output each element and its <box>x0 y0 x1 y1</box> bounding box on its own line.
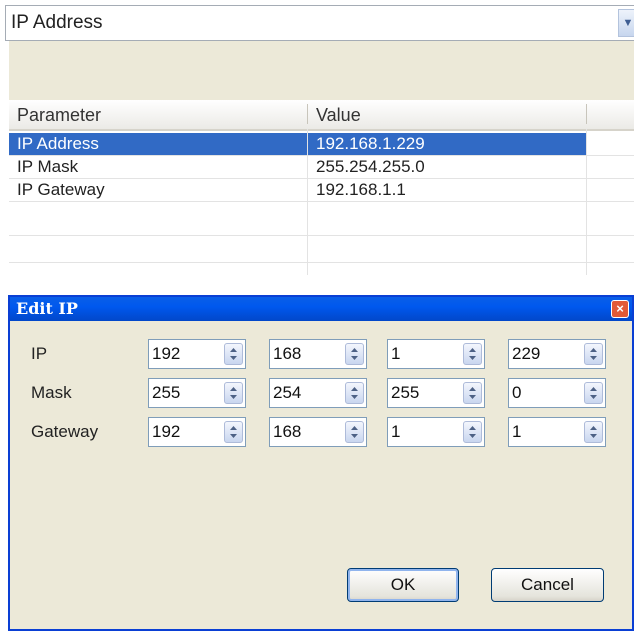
cancel-button[interactable]: Cancel <box>491 568 604 602</box>
column-divider[interactable] <box>307 104 308 124</box>
toolbar-area <box>9 41 634 100</box>
dialog-titlebar[interactable]: Edit IP × <box>10 297 632 321</box>
close-icon[interactable]: × <box>611 300 629 318</box>
ip-octet-4-value: 229 <box>512 344 541 363</box>
mask-octet-3-stepper[interactable]: 255 <box>387 378 485 408</box>
edit-ip-dialog: Edit IP × IP 192 168 1 229 Mask 255 254 … <box>8 295 634 631</box>
gateway-octet-3-stepper[interactable]: 1 <box>387 417 485 447</box>
up-down-arrows-icon[interactable] <box>345 343 364 365</box>
up-down-arrows-icon[interactable] <box>463 382 482 404</box>
mask-octet-1-stepper[interactable]: 255 <box>148 378 246 408</box>
mask-octet-4-stepper[interactable]: 0 <box>508 378 606 408</box>
gateway-octet-1-value: 192 <box>152 422 181 441</box>
ip-octet-4-stepper[interactable]: 229 <box>508 339 606 369</box>
up-down-arrows-icon[interactable] <box>463 421 482 443</box>
mask-octet-3-value: 255 <box>391 383 420 402</box>
column-divider[interactable] <box>586 104 587 124</box>
ip-octet-3-stepper[interactable]: 1 <box>387 339 485 369</box>
mask-octet-4-value: 0 <box>512 383 522 402</box>
cell-parameter: IP Mask <box>17 157 79 176</box>
cell-parameter: IP Address <box>9 133 307 155</box>
table-row[interactable]: IP Gateway 192.168.1.1 <box>9 179 634 202</box>
gateway-label: Gateway <box>31 422 99 441</box>
cell-value: 192.168.1.1 <box>316 180 406 199</box>
gateway-octet-4-value: 1 <box>512 422 522 441</box>
ip-octet-1-stepper[interactable]: 192 <box>148 339 246 369</box>
parameter-table: Parameter Value IP Address 192.168.1.229… <box>9 100 634 275</box>
column-header-parameter[interactable]: Parameter <box>17 105 101 126</box>
ok-button[interactable]: OK <box>347 568 459 602</box>
ip-octet-1-value: 192 <box>152 344 181 363</box>
cell-value: 192.168.1.229 <box>308 133 586 155</box>
cell-parameter <box>9 240 307 262</box>
dialog-title: Edit IP <box>16 299 78 318</box>
up-down-arrows-icon[interactable] <box>345 421 364 443</box>
gateway-octet-2-value: 168 <box>273 422 302 441</box>
up-down-arrows-icon[interactable] <box>224 343 243 365</box>
up-down-arrows-icon[interactable] <box>224 421 243 443</box>
mask-octet-2-stepper[interactable]: 254 <box>269 378 367 408</box>
table-header: Parameter Value <box>9 100 634 131</box>
parameter-select[interactable]: IP Address ▼ <box>5 5 634 41</box>
mask-octet-1-value: 255 <box>152 383 181 402</box>
up-down-arrows-icon[interactable] <box>584 343 603 365</box>
chevron-down-icon[interactable]: ▼ <box>618 9 634 37</box>
cell-value: 255.254.255.0 <box>316 157 425 176</box>
ip-octet-2-stepper[interactable]: 168 <box>269 339 367 369</box>
table-row[interactable]: IP Address 192.168.1.229 <box>9 133 634 156</box>
up-down-arrows-icon[interactable] <box>345 382 364 404</box>
gateway-octet-4-stepper[interactable]: 1 <box>508 417 606 447</box>
ip-octet-2-value: 168 <box>273 344 302 363</box>
up-down-arrows-icon[interactable] <box>584 382 603 404</box>
ip-octet-3-value: 1 <box>391 344 401 363</box>
up-down-arrows-icon[interactable] <box>463 343 482 365</box>
gateway-octet-3-value: 1 <box>391 422 401 441</box>
up-down-arrows-icon[interactable] <box>584 421 603 443</box>
cell-value <box>308 213 586 235</box>
table-row[interactable] <box>9 240 634 263</box>
parameter-select-value: IP Address <box>11 12 103 33</box>
cell-parameter: IP Gateway <box>17 180 105 199</box>
column-header-value[interactable]: Value <box>316 105 361 126</box>
gateway-octet-1-stepper[interactable]: 192 <box>148 417 246 447</box>
cell-value <box>308 240 586 262</box>
cell-parameter <box>9 213 307 235</box>
table-row[interactable] <box>9 213 634 236</box>
up-down-arrows-icon[interactable] <box>224 382 243 404</box>
gateway-octet-2-stepper[interactable]: 168 <box>269 417 367 447</box>
mask-octet-2-value: 254 <box>273 383 302 402</box>
ip-label: IP <box>31 344 48 363</box>
mask-label: Mask <box>31 383 72 402</box>
table-row[interactable]: IP Mask 255.254.255.0 <box>9 156 634 179</box>
